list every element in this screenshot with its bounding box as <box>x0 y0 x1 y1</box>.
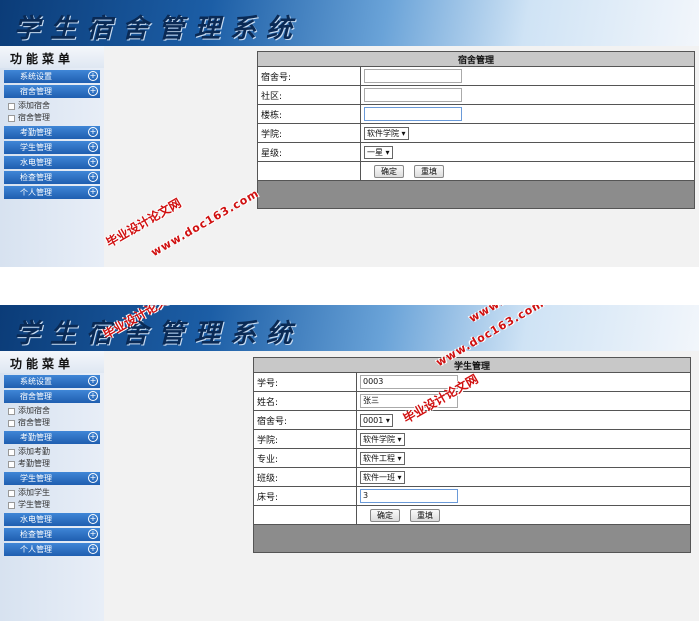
sidebar-subitem-dorm-manage[interactable]: 宿舍管理 <box>8 417 104 429</box>
sidebar-item-label: 水电管理 <box>20 515 52 524</box>
empty-cell <box>253 505 357 525</box>
college-label: 学院: <box>257 123 361 143</box>
plus-icon: + <box>88 391 98 401</box>
sidebar-subitem-attendance-manage[interactable]: 考勤管理 <box>8 458 104 470</box>
sidebar-item-system[interactable]: 系统设置 + <box>4 70 100 83</box>
name-label: 姓名: <box>253 391 357 411</box>
bed-label: 床号: <box>253 486 357 506</box>
dorm-form: 宿舍管理 宿舍号: 社区: 楼栋: 学院: 软件学院 ▾ 星级: 一星 ▾ 确定 重填 <box>257 51 695 209</box>
dorm-no-select[interactable]: 0001 ▾ <box>360 413 393 427</box>
form-footer <box>253 524 691 553</box>
sidebar-item-label: 考勤管理 <box>20 128 52 137</box>
plus-icon: + <box>88 514 98 524</box>
dorm-no-field[interactable] <box>364 69 462 83</box>
sidebar-subitem-student-manage[interactable]: 学生管理 <box>8 499 104 511</box>
sidebar-item-student[interactable]: 学生管理 + <box>4 472 100 485</box>
form-header: 宿舍管理 <box>257 51 695 67</box>
sidebar-title: 功能菜单 <box>0 46 104 68</box>
reset-button[interactable]: 重填 <box>410 508 440 522</box>
sidebar-subitem-dorm-manage[interactable]: 宿舍管理 <box>8 112 104 124</box>
plus-icon: + <box>88 187 98 197</box>
sidebar-item-label: 考勤管理 <box>20 433 52 442</box>
sidebar-item-inspection[interactable]: 检查管理 + <box>4 171 100 184</box>
plus-icon: + <box>88 473 98 483</box>
star-select[interactable]: 一星 ▾ <box>364 145 393 159</box>
sidebar-item-dorm[interactable]: 宿舍管理 + <box>4 390 100 403</box>
sidebar-item-attendance[interactable]: 考勤管理 + <box>4 126 100 139</box>
app-title: 学生宿舍管理系统 <box>14 14 303 44</box>
watermark-site: www.doc163.com <box>148 186 262 260</box>
student-management-screen: 学生宿舍管理系统 功能菜单 系统设置 + 宿舍管理 + 添加宿舍 宿舍管理 考勤管理… <box>0 305 699 621</box>
class-label: 班级: <box>253 467 357 487</box>
sidebar-item-utility[interactable]: 水电管理 + <box>4 156 100 169</box>
bed-field[interactable]: 3 <box>360 489 458 503</box>
sidebar-item-personal[interactable]: 个人管理 + <box>4 186 100 199</box>
plus-icon: + <box>88 127 98 137</box>
sidebar-item-personal[interactable]: 个人管理 + <box>4 543 100 556</box>
plus-icon: + <box>88 544 98 554</box>
sidebar-item-label: 个人管理 <box>20 545 52 554</box>
sidebar-item-inspection[interactable]: 检查管理 + <box>4 528 100 541</box>
building-field[interactable] <box>364 107 462 121</box>
college-select[interactable]: 软件学院 ▾ <box>364 126 409 140</box>
major-select[interactable]: 软件工程 ▾ <box>360 451 405 465</box>
confirm-button[interactable]: 确定 <box>370 508 400 522</box>
plus-icon: + <box>88 432 98 442</box>
sidebar-item-label: 学生管理 <box>20 143 52 152</box>
sidebar-subitem-add-attendance[interactable]: 添加考勤 <box>8 446 104 458</box>
major-label: 专业: <box>253 448 357 468</box>
college-label: 学院: <box>253 429 357 449</box>
dorm-no-label: 宿舍号: <box>257 66 361 86</box>
sidebar-item-label: 学生管理 <box>20 474 52 483</box>
star-label: 星级: <box>257 142 361 162</box>
plus-icon: + <box>88 172 98 182</box>
plus-icon: + <box>88 86 98 96</box>
building-label: 楼栋: <box>257 104 361 124</box>
sidebar-item-label: 检查管理 <box>20 530 52 539</box>
form-footer <box>257 180 695 209</box>
sidebar-subitem-add-student[interactable]: 添加学生 <box>8 487 104 499</box>
sidebar: 功能菜单 系统设置 + 宿舍管理 + 添加宿舍 宿舍管理 考勤管理 + 学生管理 + 水… <box>0 46 104 267</box>
sidebar-item-label: 系统设置 <box>20 377 52 386</box>
app-banner: 学生宿舍管理系统 <box>0 0 699 46</box>
community-field[interactable] <box>364 88 462 102</box>
sidebar-item-label: 检查管理 <box>20 173 52 182</box>
sidebar-item-student[interactable]: 学生管理 + <box>4 141 100 154</box>
sidebar-item-label: 宿舍管理 <box>20 87 52 96</box>
sidebar-subitem-add-dorm[interactable]: 添加宿舍 <box>8 405 104 417</box>
sidebar-item-utility[interactable]: 水电管理 + <box>4 513 100 526</box>
plus-icon: + <box>88 157 98 167</box>
student-id-label: 学号: <box>253 372 357 392</box>
dorm-no-label: 宿舍号: <box>253 410 357 430</box>
empty-cell <box>257 161 361 181</box>
plus-icon: + <box>88 529 98 539</box>
plus-icon: + <box>88 376 98 386</box>
college-select[interactable]: 软件学院 ▾ <box>360 432 405 446</box>
sidebar-subitem-add-dorm[interactable]: 添加宿舍 <box>8 100 104 112</box>
community-label: 社区: <box>257 85 361 105</box>
sidebar-item-label: 个人管理 <box>20 188 52 197</box>
sidebar-title: 功能菜单 <box>0 351 104 373</box>
class-select[interactable]: 软件一班 ▾ <box>360 470 405 484</box>
sidebar-item-system[interactable]: 系统设置 + <box>4 375 100 388</box>
reset-button[interactable]: 重填 <box>414 164 444 178</box>
sidebar-item-label: 水电管理 <box>20 158 52 167</box>
plus-icon: + <box>88 142 98 152</box>
sidebar-item-attendance[interactable]: 考勤管理 + <box>4 431 100 444</box>
sidebar: 功能菜单 系统设置 + 宿舍管理 + 添加宿舍 宿舍管理 考勤管理 + 添加考勤 考勤… <box>0 351 104 621</box>
app-title: 学生宿舍管理系统 <box>14 319 303 349</box>
plus-icon: + <box>88 71 98 81</box>
sidebar-item-label: 宿舍管理 <box>20 392 52 401</box>
confirm-button[interactable]: 确定 <box>374 164 404 178</box>
dorm-management-screen: 学生宿舍管理系统 功能菜单 系统设置 + 宿舍管理 + 添加宿舍 宿舍管理 考勤管理… <box>0 0 699 267</box>
sidebar-item-label: 系统设置 <box>20 72 52 81</box>
sidebar-item-dorm[interactable]: 宿舍管理 + <box>4 85 100 98</box>
